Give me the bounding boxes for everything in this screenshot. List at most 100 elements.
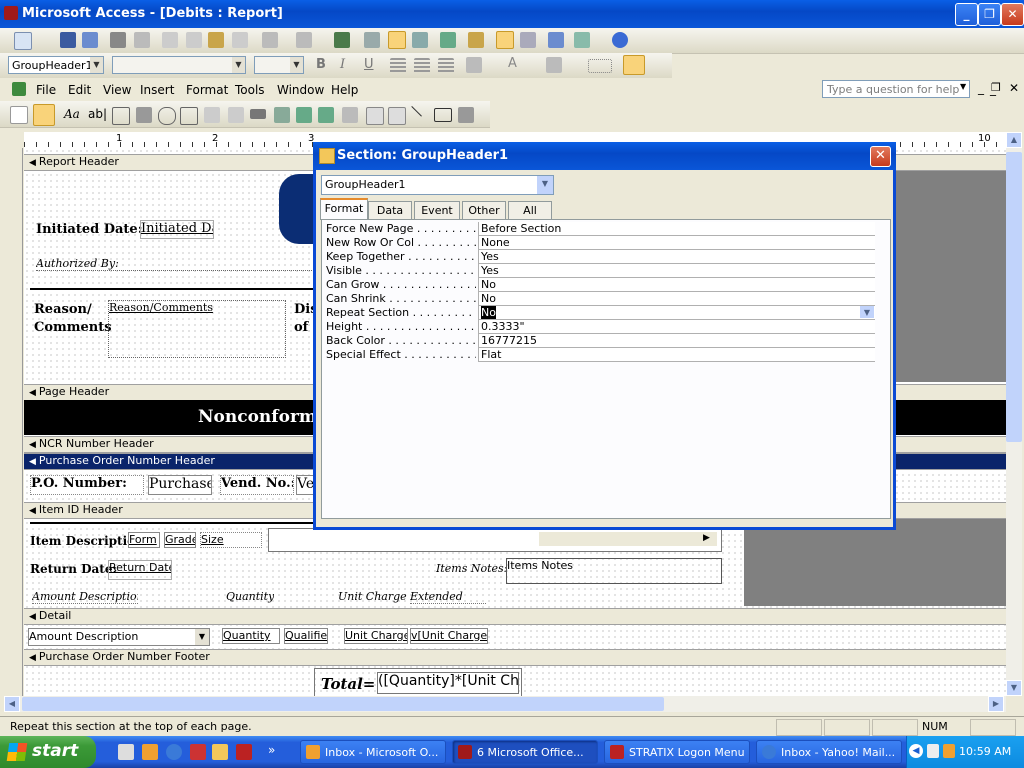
toggle-button-icon[interactable]	[136, 107, 152, 123]
menu-window[interactable]: Window	[277, 83, 324, 97]
task-stratix[interactable]: STRATIX Logon Menu	[604, 740, 750, 764]
checkbox-tool-icon[interactable]	[180, 107, 198, 125]
property-value[interactable]: Flat	[478, 348, 875, 362]
menu-help[interactable]: Help	[331, 83, 358, 97]
textbox-tool-icon[interactable]: ab|	[88, 107, 107, 121]
property-repeat-section[interactable]: Repeat Section . . . . . . . . . . No ▼	[324, 306, 875, 320]
quicklaunch-icon[interactable]	[190, 744, 206, 760]
tab-event[interactable]: Event	[414, 201, 460, 219]
band-purchase-order-number-footer[interactable]: ◀ Purchase Order Number Footer	[24, 649, 1006, 666]
section-selector-column[interactable]	[4, 148, 23, 696]
initiated-date-field[interactable]: Initiated Da	[140, 220, 214, 239]
task-microsoft-office[interactable]: 6 Microsoft Office...	[452, 740, 598, 764]
amount-description-combo[interactable]: Amount Description ▼	[28, 628, 210, 646]
chevron-right-icon[interactable]: »	[268, 743, 275, 757]
chevron-down-icon[interactable]: ▼	[290, 57, 303, 73]
property-keep-together[interactable]: Keep Together . . . . . . . . . . . Yes	[324, 250, 875, 264]
dialog-close-button[interactable]: ✕	[870, 146, 891, 167]
vertical-scrollbar[interactable]: ▲ ▼	[1006, 132, 1022, 696]
cut-icon[interactable]	[162, 32, 178, 48]
save-icon[interactable]	[60, 32, 76, 48]
file-search-icon[interactable]	[82, 32, 98, 48]
print-icon[interactable]	[110, 32, 126, 48]
chevron-down-icon[interactable]: ▼	[860, 306, 874, 318]
toolbox-icon[interactable]	[388, 31, 406, 49]
option-group-icon[interactable]	[112, 107, 130, 125]
fill-color-icon[interactable]	[466, 57, 482, 73]
option-button-icon[interactable]	[158, 107, 176, 125]
property-height[interactable]: Height . . . . . . . . . . . . . . . . 0.…	[324, 320, 875, 334]
tab-format[interactable]: Format	[320, 198, 368, 220]
property-value[interactable]: No	[478, 278, 875, 292]
task-inbox-outlook[interactable]: Inbox - Microsoft O...	[300, 740, 446, 764]
start-button[interactable]: start	[0, 736, 96, 768]
field-list-icon[interactable]	[364, 32, 380, 48]
sorting-grouping-icon[interactable]	[412, 32, 428, 48]
help-question-box[interactable]: Type a question for help	[822, 80, 970, 98]
property-special-effect[interactable]: Special Effect . . . . . . . . . . . Flat	[324, 348, 875, 362]
property-value[interactable]: 0.3333"	[478, 320, 875, 334]
property-can-grow[interactable]: Can Grow . . . . . . . . . . . . . . No	[324, 278, 875, 292]
stratix-icon[interactable]	[236, 744, 252, 760]
size-field[interactable]: Size	[200, 532, 262, 548]
unit-charge-field[interactable]: Unit Charge	[344, 628, 408, 644]
align-right-icon[interactable]	[438, 58, 454, 74]
return-date-field[interactable]: Return Date	[108, 560, 172, 580]
font-combo[interactable]: ▼	[112, 56, 246, 74]
property-back-color[interactable]: Back Color . . . . . . . . . . . . . 1677…	[324, 334, 875, 348]
folder-icon[interactable]	[212, 744, 228, 760]
property-visible[interactable]: Visible . . . . . . . . . . . . . . . . …	[324, 264, 875, 278]
quicklaunch-icon[interactable]	[118, 744, 134, 760]
property-value[interactable]: Yes	[478, 264, 875, 278]
unbound-frame-icon[interactable]	[296, 107, 312, 123]
property-value[interactable]: No	[478, 292, 875, 306]
ie-icon[interactable]	[166, 744, 182, 760]
tray-icon[interactable]	[927, 744, 939, 758]
menu-format[interactable]: Format	[186, 83, 228, 97]
paste-icon[interactable]	[208, 32, 224, 48]
quantity-field[interactable]: Quantity	[222, 628, 280, 644]
new-object-icon[interactable]	[574, 32, 590, 48]
page-break-icon[interactable]	[342, 107, 358, 123]
object-combo[interactable]: GroupHeader1 ▼	[8, 56, 104, 74]
more-controls-icon[interactable]	[458, 107, 474, 123]
control-wizards-icon[interactable]	[33, 104, 55, 126]
label-tool-icon[interactable]: Aa	[64, 107, 80, 121]
hyperlink-icon[interactable]	[334, 32, 350, 48]
scroll-up-button[interactable]: ▲	[1006, 132, 1022, 148]
menu-tools[interactable]: Tools	[235, 83, 265, 97]
close-button[interactable]: ✕	[1001, 3, 1024, 26]
command-button-icon[interactable]	[250, 109, 266, 119]
grade-field[interactable]: Grade	[164, 532, 196, 548]
database-window-icon[interactable]	[548, 32, 564, 48]
scroll-thumb[interactable]	[1006, 152, 1022, 442]
line-width-icon[interactable]	[588, 59, 612, 73]
code-icon[interactable]	[468, 32, 484, 48]
property-value[interactable]: Before Section	[478, 222, 875, 236]
select-objects-icon[interactable]	[10, 106, 28, 124]
horizontal-scroll-control[interactable]: ▶	[268, 528, 722, 552]
line-color-icon[interactable]	[546, 57, 562, 73]
property-value-selected[interactable]: No ▼	[478, 306, 875, 320]
property-can-shrink[interactable]: Can Shrink . . . . . . . . . . . . . No	[324, 292, 875, 306]
doc-close-button[interactable]: ✕	[1009, 81, 1019, 95]
properties-icon[interactable]	[496, 31, 514, 49]
menu-edit[interactable]: Edit	[68, 83, 91, 97]
task-yahoo-mail[interactable]: Inbox - Yahoo! Mail...	[756, 740, 902, 764]
align-left-icon[interactable]	[390, 58, 406, 74]
band-detail[interactable]: ◀ Detail	[24, 608, 1006, 625]
scroll-left-button[interactable]: ◀	[4, 696, 20, 712]
form-field[interactable]: Form	[128, 532, 160, 548]
redo-icon[interactable]	[296, 32, 312, 48]
menu-file[interactable]: File	[36, 83, 56, 97]
chevron-down-icon[interactable]: ▼	[537, 176, 553, 194]
doc-restore-button[interactable]: ❐	[991, 81, 1001, 94]
underline-icon[interactable]: U	[364, 57, 374, 72]
tray-icon[interactable]	[943, 744, 955, 758]
size-combo[interactable]: ▼	[254, 56, 304, 74]
autoformat-icon[interactable]	[440, 32, 456, 48]
chevron-down-icon[interactable]: ▼	[90, 57, 103, 73]
po-number-field[interactable]: Purchase	[148, 475, 212, 495]
bold-icon[interactable]: B	[316, 57, 326, 72]
qualifier-field[interactable]: Qualifier	[284, 628, 328, 644]
